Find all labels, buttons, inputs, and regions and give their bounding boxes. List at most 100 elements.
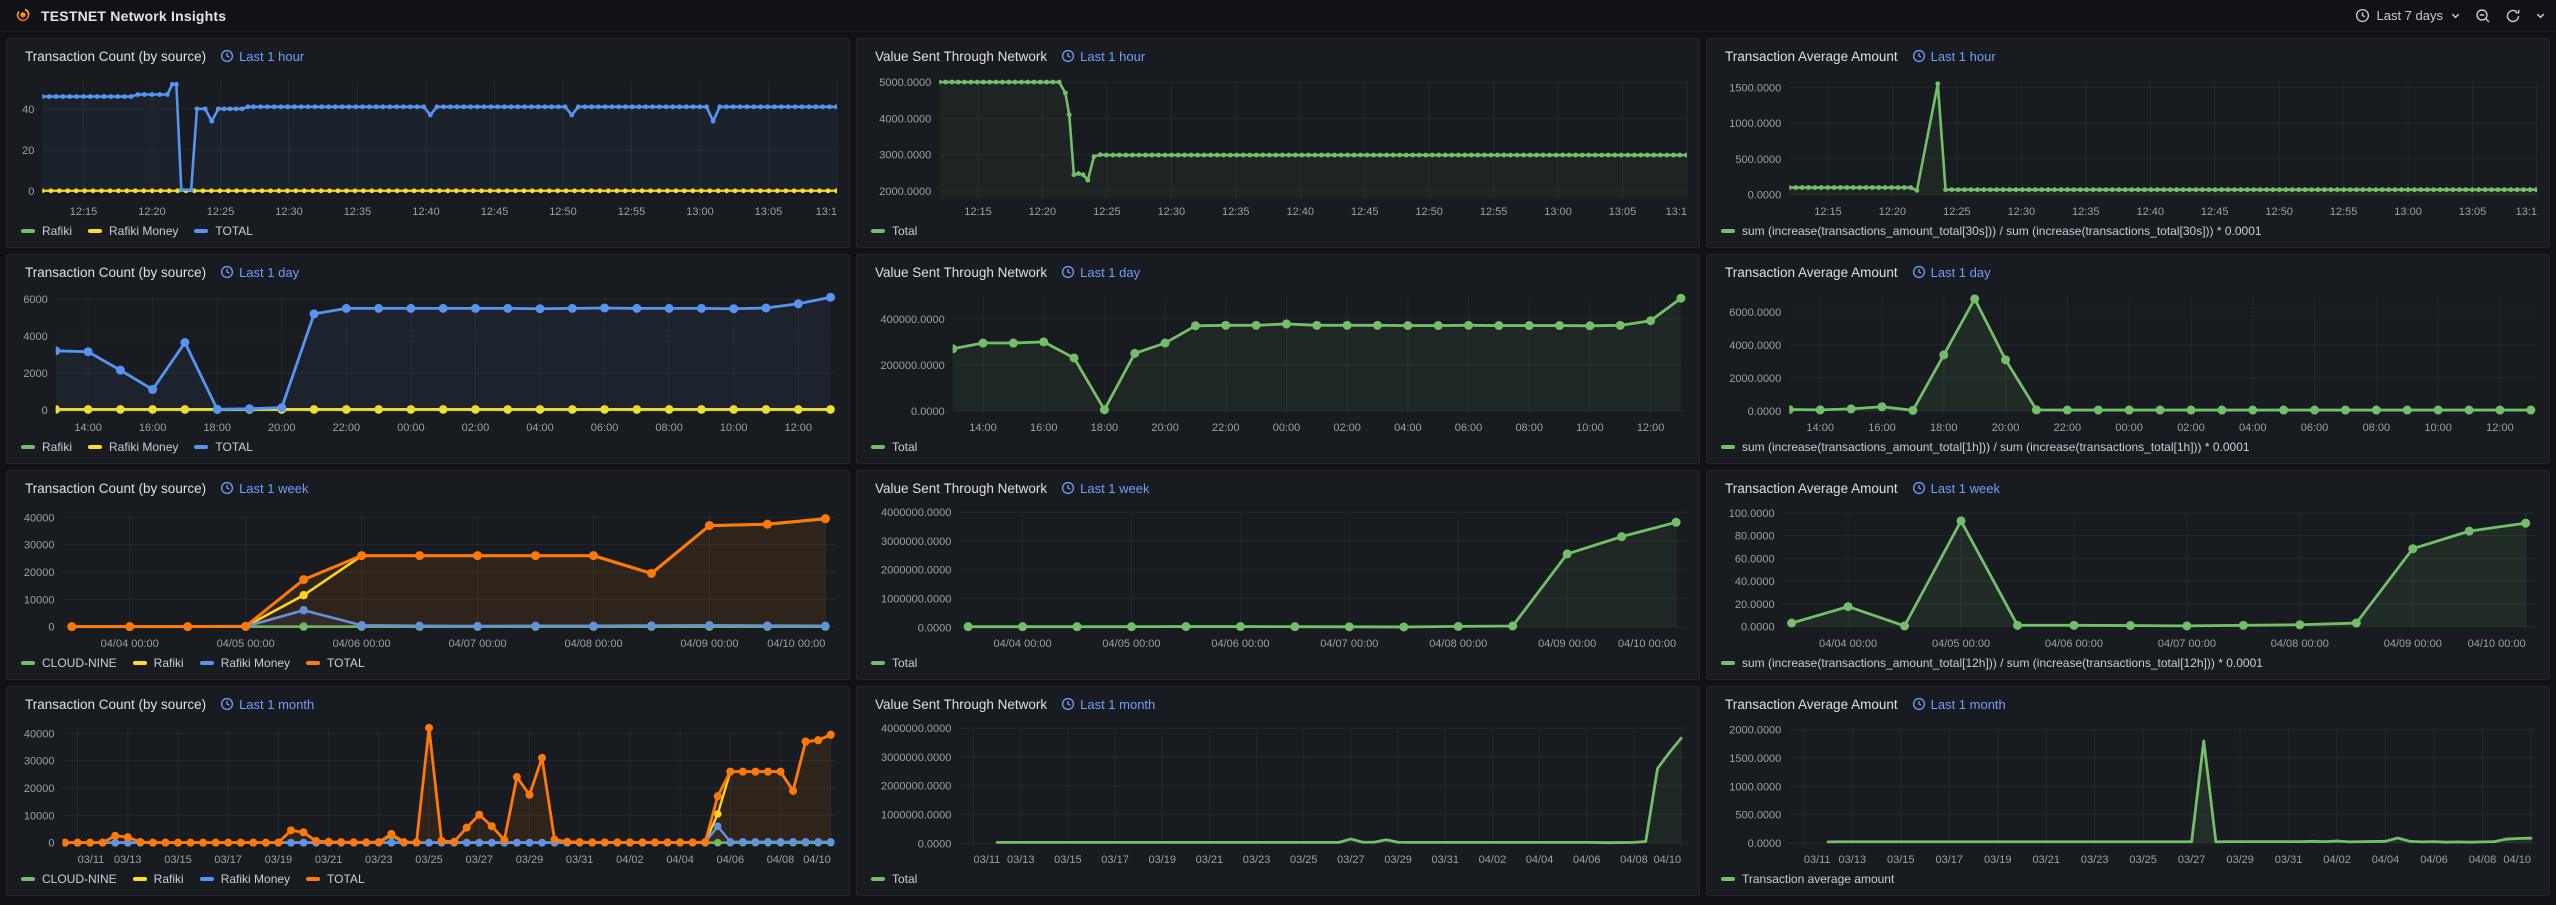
panel-timerange-link[interactable]: Last 1 hour <box>1061 49 1145 64</box>
svg-text:0: 0 <box>28 186 34 198</box>
legend-item-rafiki-money[interactable]: Rafiki Money <box>200 872 290 886</box>
legend-item-rafiki[interactable]: Rafiki <box>21 224 72 238</box>
legend-item-total[interactable]: TOTAL <box>306 656 365 670</box>
panel-transaction-average-amount-last-1-week: Transaction Average AmountLast 1 week0.0… <box>1706 470 2550 680</box>
panel-transaction-count-by-source-last-1-day: Transaction Count (by source)Last 1 day0… <box>6 254 850 464</box>
panel-timerange-link[interactable]: Last 1 month <box>1912 697 2006 712</box>
svg-text:02:00: 02:00 <box>462 422 490 434</box>
panel-timerange-link[interactable]: Last 1 month <box>1061 697 1155 712</box>
panel-timerange-link[interactable]: Last 1 week <box>220 481 308 496</box>
legend-item-rafiki-money[interactable]: Rafiki Money <box>88 224 178 238</box>
svg-text:18:00: 18:00 <box>1930 422 1958 434</box>
legend-item-total[interactable]: TOTAL <box>306 872 365 886</box>
panel-legend: Transaction average amount <box>1715 867 2541 891</box>
chart-area[interactable]: 0204012:1512:2012:2512:3012:3512:4012:45… <box>15 69 841 219</box>
svg-text:00:00: 00:00 <box>397 422 425 434</box>
chart-area[interactable]: 0.0000500.00001000.00001500.00002000.000… <box>1715 717 2541 867</box>
panel-transaction-count-by-source-last-1-week: Transaction Count (by source)Last 1 week… <box>6 470 850 680</box>
legend-item-rafiki-money[interactable]: Rafiki Money <box>200 656 290 670</box>
chart-area[interactable]: 0.000020.000040.000060.000080.0000100.00… <box>1715 501 2541 651</box>
svg-text:20:00: 20:00 <box>1151 422 1179 434</box>
panel-timerange-link[interactable]: Last 1 month <box>220 697 314 712</box>
legend-swatch <box>21 445 35 449</box>
svg-text:04/09 00:00: 04/09 00:00 <box>2384 638 2442 650</box>
panel-timerange-link[interactable]: Last 1 hour <box>220 49 304 64</box>
legend-item-rafiki[interactable]: Rafiki <box>133 656 184 670</box>
legend-item-total[interactable]: Total <box>871 224 917 238</box>
clock-icon <box>1912 49 1926 63</box>
panel-timerange-link[interactable]: Last 1 day <box>220 265 299 280</box>
legend-item-cloud-nine[interactable]: CLOUD-NINE <box>21 656 117 670</box>
svg-text:06:00: 06:00 <box>591 422 619 434</box>
svg-text:04/05 00:00: 04/05 00:00 <box>1102 638 1160 650</box>
legend-item-total[interactable]: TOTAL <box>194 440 253 454</box>
panel-timerange-link[interactable]: Last 1 week <box>1061 481 1149 496</box>
panel-timerange-link[interactable]: Last 1 day <box>1061 265 1140 280</box>
chart-area[interactable]: 0.0000200000.0000400000.000014:0016:0018… <box>865 285 1691 435</box>
svg-text:04:00: 04:00 <box>526 422 554 434</box>
legend-item-rafiki-money[interactable]: Rafiki Money <box>88 440 178 454</box>
panel-legend: Rafiki Rafiki Money TOTAL <box>15 435 841 459</box>
svg-text:0: 0 <box>48 622 54 634</box>
panel-timerange-link[interactable]: Last 1 hour <box>1912 49 1996 64</box>
svg-text:12:45: 12:45 <box>2201 206 2229 218</box>
svg-text:0.0000: 0.0000 <box>1748 190 1782 202</box>
chart-area[interactable]: 0.00002000.00004000.00006000.000014:0016… <box>1715 285 2541 435</box>
legend-swatch <box>194 445 208 449</box>
svg-text:22:00: 22:00 <box>2054 422 2082 434</box>
chart-area[interactable]: 0.00001000000.00002000000.00003000000.00… <box>865 717 1691 867</box>
refresh-interval-dropdown[interactable] <box>2535 10 2546 21</box>
panel-timerange-link[interactable]: Last 1 week <box>1912 481 2000 496</box>
chart-area[interactable]: 0.0000500.00001000.00001500.000012:1512:… <box>1715 69 2541 219</box>
legend-item-total[interactable]: TOTAL <box>194 224 253 238</box>
svg-text:04/04: 04/04 <box>2372 854 2400 866</box>
svg-text:03/23: 03/23 <box>1243 854 1271 866</box>
chart-area[interactable]: 01000020000300004000004/04 00:0004/05 00… <box>15 501 841 651</box>
legend-item-sum-increase-transactions-amou[interactable]: sum (increase(transactions_amount_total[… <box>1721 656 2263 670</box>
panel-timerange-label: Last 1 month <box>1931 697 2006 712</box>
panel-timerange-link[interactable]: Last 1 day <box>1912 265 1991 280</box>
legend-item-total[interactable]: Total <box>871 440 917 454</box>
chart-area[interactable]: 0.00001000000.00002000000.00003000000.00… <box>865 501 1691 651</box>
legend-item-rafiki[interactable]: Rafiki <box>133 872 184 886</box>
panel-legend: CLOUD-NINE Rafiki Rafiki Money TOTAL <box>15 651 841 675</box>
svg-text:04/06 00:00: 04/06 00:00 <box>1211 638 1269 650</box>
legend-item-cloud-nine[interactable]: CLOUD-NINE <box>21 872 117 886</box>
svg-text:03/17: 03/17 <box>214 854 242 866</box>
series-lines <box>964 518 1681 632</box>
legend-item-total[interactable]: Total <box>871 872 917 886</box>
legend-label: Rafiki <box>42 440 72 454</box>
time-picker-button[interactable]: Last 7 days <box>2355 8 2462 23</box>
legend-label: Total <box>892 440 917 454</box>
chart-area[interactable]: 2000.00003000.00004000.00005000.000012:1… <box>865 69 1691 219</box>
chart-area[interactable]: 01000020000300004000003/1103/1303/1503/1… <box>15 717 841 867</box>
svg-text:12:25: 12:25 <box>1093 206 1121 218</box>
legend-item-transaction-average-amount[interactable]: Transaction average amount <box>1721 872 1894 886</box>
legend-item-total[interactable]: Total <box>871 656 917 670</box>
refresh-button[interactable] <box>2505 8 2521 24</box>
zoom-out-button[interactable] <box>2475 8 2491 24</box>
legend-swatch <box>194 229 208 233</box>
chart-area[interactable]: 020004000600014:0016:0018:0020:0022:0000… <box>15 285 841 435</box>
x-axis-labels: 03/1103/1303/1503/1703/1903/2103/2303/25… <box>974 854 1682 866</box>
panel-value-sent-through-network-last-1-month: Value Sent Through Network Last 1 month 0.… <box>856 686 1700 896</box>
legend-item-sum-increase-transactions-amou[interactable]: sum (increase(transactions_amount_total[… <box>1721 224 2262 238</box>
legend-label: sum (increase(transactions_amount_total[… <box>1742 440 2250 454</box>
legend-item-rafiki[interactable]: Rafiki <box>21 440 72 454</box>
svg-text:04/04 00:00: 04/04 00:00 <box>994 638 1052 650</box>
panel-title: Value Sent Through Network <box>875 697 1047 712</box>
legend-label: TOTAL <box>215 440 253 454</box>
svg-text:12:55: 12:55 <box>618 206 646 218</box>
svg-text:03/23: 03/23 <box>2081 854 2109 866</box>
grafana-logo[interactable] <box>14 7 31 24</box>
legend-swatch <box>200 877 214 881</box>
series-lines <box>1787 81 2539 194</box>
legend-item-sum-increase-transactions-amou[interactable]: sum (increase(transactions_amount_total[… <box>1721 440 2250 454</box>
svg-text:04/09 00:00: 04/09 00:00 <box>680 638 738 650</box>
svg-text:04/10 00:00: 04/10 00:00 <box>1618 638 1676 650</box>
svg-text:03/29: 03/29 <box>516 854 544 866</box>
legend-label: Total <box>892 872 917 886</box>
svg-text:6000: 6000 <box>23 294 47 306</box>
svg-text:1500.0000: 1500.0000 <box>1729 82 1781 94</box>
svg-text:1000.0000: 1000.0000 <box>1729 118 1781 130</box>
